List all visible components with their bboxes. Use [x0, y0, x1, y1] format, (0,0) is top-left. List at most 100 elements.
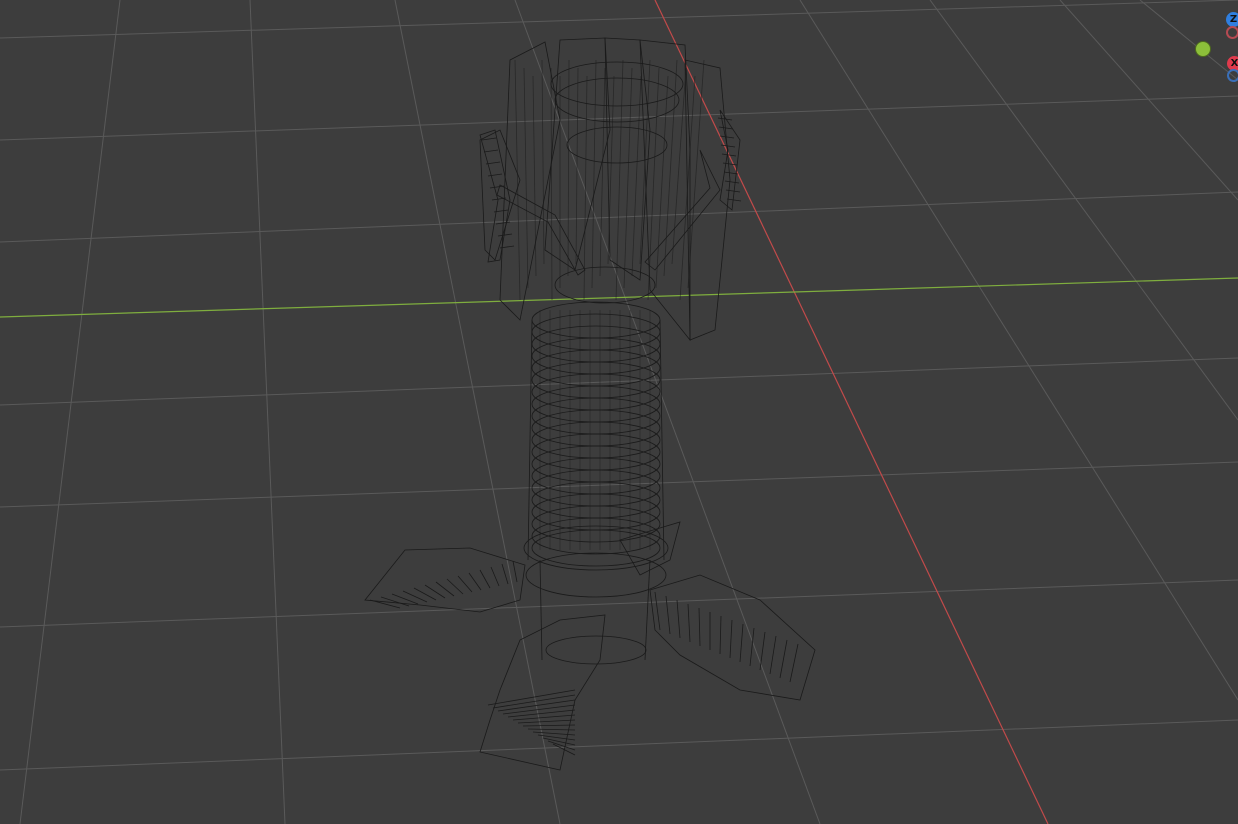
grid-line: [394, 0, 561, 824]
cage-strut: [615, 59, 624, 301]
gizmo-z-axis[interactable]: Z: [1226, 12, 1238, 27]
cage-strut: [623, 67, 633, 289]
arm-rung: [722, 162, 738, 166]
grid-line: [799, 0, 1238, 701]
arm-rung: [725, 189, 741, 193]
foot-edge: [527, 728, 576, 731]
floor-grid: [0, 0, 1238, 824]
foot-edge: [490, 566, 500, 587]
arm-rung: [497, 233, 513, 237]
foot-edge: [537, 734, 576, 741]
cage-strut: [591, 59, 597, 289]
grid-line: [514, 0, 821, 824]
column-base-ring: [523, 525, 669, 571]
foot-edge: [457, 575, 473, 593]
column-ring: [531, 361, 661, 399]
foot-edge: [517, 719, 576, 724]
column-ring: [531, 445, 661, 483]
grid-line: [0, 719, 1238, 771]
column-ring: [531, 313, 661, 351]
foot-edge: [446, 578, 464, 595]
column-edge: [659, 319, 665, 561]
foot-edge: [502, 704, 576, 715]
foot-edge: [487, 689, 576, 706]
cage-strut: [663, 59, 678, 277]
gizmo-neg-x-icon[interactable]: [1226, 26, 1238, 39]
cage-panel: [479, 129, 521, 261]
cage-inner-ring: [566, 126, 668, 164]
wireframe-tower-mesh[interactable]: [364, 37, 816, 771]
column-ring: [531, 337, 661, 375]
column-edge: [644, 559, 651, 661]
cage-arm: [719, 109, 741, 211]
cage-strut: [523, 67, 529, 289]
cage-strut: [639, 59, 651, 265]
arm-rung: [726, 198, 742, 202]
foot-edge: [719, 615, 722, 655]
gizmo-y-axis[interactable]: [1195, 41, 1211, 57]
foot-edge: [739, 623, 744, 663]
foot-edge: [501, 563, 509, 585]
column-ring: [531, 385, 661, 423]
cage-strut: [567, 59, 570, 277]
gizmo-neg-z-icon[interactable]: [1227, 69, 1238, 82]
base-foot: [364, 547, 526, 613]
column-ring: [531, 301, 661, 339]
foot-edge: [676, 599, 681, 639]
foot-edge: [779, 639, 788, 679]
cage-panel: [684, 59, 731, 341]
arm-rung: [487, 173, 503, 177]
arm-rung: [724, 180, 740, 184]
column-ring: [531, 457, 661, 495]
foot-edge: [552, 743, 576, 756]
column-ring: [531, 325, 661, 363]
x-axis-line: [654, 0, 1049, 824]
column-ring: [531, 349, 661, 387]
foot-edge: [789, 643, 799, 683]
column-ring: [531, 409, 661, 447]
cage-strut: [599, 67, 606, 277]
arm-rung: [483, 149, 499, 153]
foot-edge: [369, 599, 401, 609]
foot-edge: [522, 724, 576, 727]
cage-arm: [496, 184, 586, 276]
arm-rung: [720, 144, 736, 148]
navigation-gizmo[interactable]: Z X: [1180, 6, 1238, 86]
cage-top-ring: [554, 77, 680, 123]
grid-line: [0, 0, 1238, 39]
grid-line: [0, 357, 1238, 406]
grid-line: [0, 95, 1238, 141]
cage-arm: [644, 149, 721, 271]
grid-line: [249, 0, 286, 824]
column-ring: [531, 373, 661, 411]
column-edge: [539, 559, 543, 661]
column-ring: [531, 421, 661, 459]
cage-strut: [514, 59, 521, 301]
column-ring: [531, 529, 661, 567]
column-ring: [531, 433, 661, 471]
column-ring: [531, 469, 661, 507]
foot-edge: [402, 590, 428, 603]
viewport-scene[interactable]: [0, 0, 1238, 824]
3d-viewport[interactable]: Z X: [0, 0, 1238, 824]
arm-rung: [718, 126, 734, 130]
grid-line: [0, 579, 1238, 628]
foot-edge: [749, 627, 755, 667]
foot-edge: [729, 619, 733, 659]
cage-strut: [550, 67, 553, 301]
cage-top-ring: [550, 61, 684, 107]
column-base-ring: [525, 552, 667, 598]
foot-edge: [687, 603, 691, 643]
column-ring: [531, 397, 661, 435]
foot-edge: [468, 572, 482, 591]
foot-edge: [532, 731, 576, 736]
cage-strut: [631, 75, 642, 277]
y-axis-line: [0, 277, 1238, 318]
column-ring: [531, 481, 661, 519]
column-foot-ring: [545, 635, 647, 665]
column-edge: [527, 319, 533, 561]
cage-strut: [679, 75, 696, 301]
column-ring: [531, 517, 661, 555]
foot-edge: [769, 635, 777, 675]
cage-strut: [541, 59, 545, 265]
